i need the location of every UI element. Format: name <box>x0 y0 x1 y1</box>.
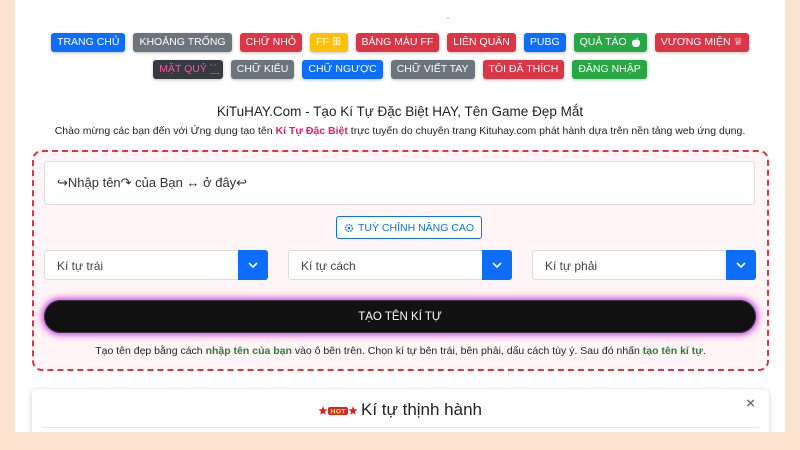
create-name-label: TẠO TÊN KÍ TỰ <box>358 310 442 323</box>
hot-badge-icon: HOT <box>318 405 357 415</box>
nav-button-label: CHỮ KIỂU <box>236 63 289 76</box>
nav-button-label: BẢNG MÀU FF <box>361 36 434 49</box>
nav-button-label: TRANG CHỦ <box>57 36 120 49</box>
hot-badge-text: HOT <box>330 407 346 415</box>
subtitle-highlight: Kí Tự Đặc Biệt <box>275 125 348 137</box>
advanced-settings-button[interactable]: TUỲ CHỈNH NÂNG CAO <box>336 216 483 239</box>
close-icon[interactable]: × <box>746 395 755 412</box>
right-char-select[interactable]: Kí tự phải <box>532 250 756 280</box>
guide-text-3: . <box>702 345 706 357</box>
nav-button-dang-nhap[interactable]: ĐĂNG NHẬP <box>572 60 647 79</box>
nav-button-ff[interactable]: FF ꕥ <box>310 33 348 52</box>
left-char-select-label: Kí tự trái <box>57 259 104 273</box>
right-char-select-label: Kí tự phải <box>545 259 598 273</box>
nav-row-2: MẶT QUỶ ˋ͟ˊ CHỮ KIỂU CHỮ NGƯỢC CHỮ VIẾT TAY… <box>15 60 785 79</box>
nav-button-label: MẶT QUỶ ˋ͟ˊ <box>159 63 217 76</box>
nav-button-label: PUBG <box>529 36 560 49</box>
nav-button-chu-kieu[interactable]: CHỮ KIỂU <box>230 60 295 79</box>
nav-button-label: LIÊN QUÂN <box>453 36 510 49</box>
nav-button-label: FF ꕥ <box>316 36 342 49</box>
nav-button-label: CHỮ NHỎ <box>245 36 296 49</box>
trending-title-text: Kí tự thịnh hành <box>360 400 483 419</box>
nav-button-bang-mau-ff[interactable]: BẢNG MÀU FF <box>355 33 440 52</box>
nav-button-label: ĐĂNG NHẬP <box>578 63 641 76</box>
left-char-select[interactable]: Kí tự trái <box>44 250 268 280</box>
name-input-value: ↪Nhập tên↷ của Bạn ↔ ở đây↩ <box>57 175 248 190</box>
nav-button-khoang-trong[interactable]: KHOẢNG TRỐNG <box>133 33 232 52</box>
chevron-down-icon[interactable] <box>726 250 756 280</box>
page: TRANG CHỦ KHOẢNG TRỐNG CHỮ NHỎ FF ꕥ BẢNG MÀU… <box>15 0 785 432</box>
nav-bar: TRANG CHỦ KHOẢNG TRỐNG CHỮ NHỎ FF ꕥ BẢNG MÀU… <box>15 33 785 87</box>
nav-button-chu-nho[interactable]: CHỮ NHỎ <box>239 33 302 52</box>
nav-button-vuong-mien[interactable]: VƯƠNG MIỆN ♕ <box>654 33 749 52</box>
generator-box: ↪Nhập tên↷ của Bạn ↔ ở đây↩ TUỲ CHỈNH NÂ… <box>32 150 769 371</box>
create-name-button[interactable]: TẠO TÊN KÍ TỰ <box>44 300 756 333</box>
nav-button-mat-quy[interactable]: MẶT QUỶ ˋ͟ˊ <box>153 60 223 79</box>
nav-button-label: KHOẢNG TRỐNG <box>139 36 226 49</box>
page-subtitle: Chào mừng các bạn đến với Ứng dụng tạo t… <box>15 125 785 137</box>
divider <box>42 427 759 428</box>
trending-title: HOT Kí tự thịnh hành <box>32 400 769 420</box>
nav-button-label: VƯƠNG MIỆN ♕ <box>660 36 743 49</box>
gear-icon <box>344 223 354 232</box>
apple-icon <box>631 37 640 48</box>
nav-button-lien-quan[interactable]: LIÊN QUÂN <box>447 33 516 52</box>
subtitle-text-end: trực tuyến do chuyên trang Kituhay.com p… <box>347 125 746 137</box>
nav-button-label: CHỮ NGƯỢC <box>308 63 377 76</box>
spacing-char-select-label: Kí tự cách <box>301 259 356 273</box>
name-input[interactable]: ↪Nhập tên↷ của Bạn ↔ ở đây↩ <box>44 161 755 205</box>
chevron-down-icon[interactable] <box>482 250 512 280</box>
nav-button-label: CHỮ VIẾT TAY <box>396 63 469 76</box>
advanced-settings-label: TUỲ CHỈNH NÂNG CAO <box>358 221 475 234</box>
page-title: KiTuHAY.Com - Tạo Kí Tự Đặc Biệt HAY, Tê… <box>216 104 584 119</box>
nav-button-chu-nguoc[interactable]: CHỮ NGƯỢC <box>302 60 383 79</box>
nav-button-trang-chu[interactable]: TRANG CHỦ <box>51 33 126 52</box>
nav-button-chu-viet-tay[interactable]: CHỮ VIẾT TAY <box>390 60 475 79</box>
nav-row-1: TRANG CHỦ KHOẢNG TRỐNG CHỮ NHỎ FF ꕥ BẢNG MÀU… <box>15 33 785 52</box>
subtitle-text: Chào mừng các bạn đến với Ứng dụng tạo t… <box>54 125 276 137</box>
nav-button-qua-tao[interactable]: QUẢ TÁO <box>573 33 647 52</box>
nav-button-label: TÔI ĐÃ THÍCH <box>488 63 559 76</box>
guide-text: Tạo tên đẹp bằng cách <box>95 345 206 357</box>
decor-dot <box>447 17 449 19</box>
nav-button-toi-da-thich[interactable]: TÔI ĐÃ THÍCH <box>482 60 565 79</box>
guide-highlight-2: tạo tên kí tự <box>642 345 703 357</box>
nav-button-label: QUẢ TÁO <box>579 36 627 49</box>
chevron-down-icon[interactable] <box>238 250 268 280</box>
nav-button-pubg[interactable]: PUBG <box>523 33 566 52</box>
usage-guide: Tạo tên đẹp bằng cách nhập tên của bạn v… <box>34 345 767 357</box>
trending-panel: HOT Kí tự thịnh hành × <box>32 389 769 432</box>
guide-highlight-1: nhập tên của bạn <box>205 345 292 357</box>
guide-text-2: vào ô bên trên. Chọn kí tự bên trái, bên… <box>291 345 643 357</box>
spacing-char-select[interactable]: Kí tự cách <box>288 250 512 280</box>
